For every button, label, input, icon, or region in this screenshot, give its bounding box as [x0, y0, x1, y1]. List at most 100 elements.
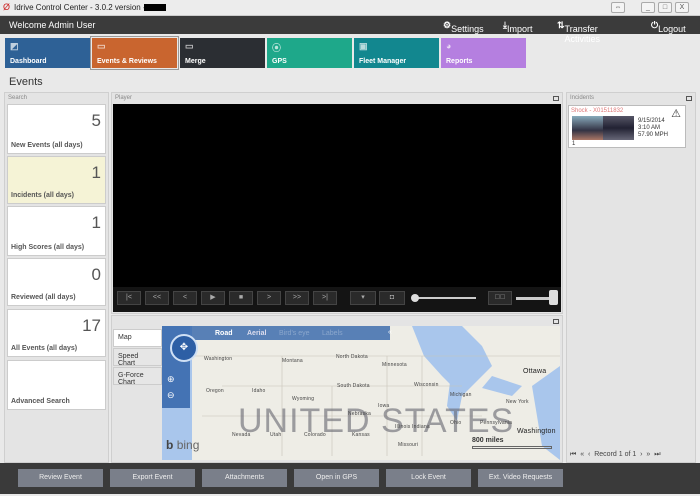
maximize-panel-icon[interactable] [686, 96, 692, 101]
tile-fleet-manager[interactable]: ▣ Fleet Manager [354, 38, 439, 68]
card-count: 17 [82, 316, 101, 335]
incident-index: 1 [572, 141, 576, 147]
volume-handle[interactable] [549, 290, 558, 305]
restore-icon[interactable]: ⇔ [611, 2, 625, 13]
map-mode-birds-eye[interactable]: Bird's eye [279, 330, 310, 337]
next-page-icon[interactable]: › [640, 451, 642, 458]
first-button[interactable]: |< [117, 291, 141, 305]
map-label: Indiana [412, 424, 430, 430]
zoom-in-icon[interactable]: ⊕ [167, 374, 175, 385]
map-view[interactable]: Road Aerial Bird's eye Labels « ✥ ⊕ ⊖ UN… [162, 326, 560, 460]
card-label: Reviewed (all days) [11, 294, 76, 301]
step-forward-button[interactable]: > [257, 291, 281, 305]
open-in-gps-button[interactable]: Open in GPS [294, 469, 379, 487]
map-mode-road[interactable]: Road [215, 330, 233, 337]
fast-forward-button[interactable]: >> [285, 291, 309, 305]
stop-button[interactable]: ■ [229, 291, 253, 305]
ext-video-requests-button[interactable]: Ext. Video Requests [478, 469, 563, 487]
play-button[interactable]: ▶ [201, 291, 225, 305]
tab-map[interactable]: Map [113, 329, 162, 347]
video-area[interactable] [113, 104, 561, 312]
map-label: Pennsylvania [480, 420, 513, 426]
truck-icon: ▣ [359, 41, 368, 51]
maximize-button[interactable]: □ [658, 2, 672, 13]
search-card[interactable]: Advanced Search [7, 360, 106, 410]
first-page-icon[interactable]: ⏮ [570, 451, 576, 458]
seek-handle[interactable] [411, 294, 419, 302]
map-label: Kansas [352, 432, 370, 438]
prev-page-icon[interactable]: ‹ [588, 451, 590, 458]
map-label: Iowa [378, 403, 390, 409]
map-label: Oregon [206, 388, 224, 394]
card-label: Incidents (all days) [11, 192, 75, 199]
review-event-button[interactable]: Review Event [18, 469, 103, 487]
map-label: Wisconsin [414, 382, 439, 388]
last-page-icon[interactable]: ⏭ [654, 451, 660, 458]
search-card[interactable]: 5 New Events (all days) [7, 104, 106, 154]
incident-name: Shock - X01511832 [571, 108, 624, 114]
map-label: Michigan [450, 392, 472, 398]
lock-event-button[interactable]: Lock Event [386, 469, 471, 487]
pan-control-icon[interactable]: ✥ [170, 334, 198, 362]
tile-label: Fleet Manager [359, 58, 407, 65]
pager: ⏮ « ‹ Record 1 of 1 › » ⏭ [570, 451, 694, 459]
search-card[interactable]: 1 High Scores (all days) [7, 206, 106, 256]
collapse-icon[interactable]: « [388, 329, 392, 336]
transfer-label: Transfer Activities [564, 24, 601, 44]
tile-merge[interactable]: ▭ Merge [180, 38, 265, 68]
map-mode-labels[interactable]: Labels [322, 330, 343, 337]
gear-icon: ⚙ [443, 20, 452, 30]
window-title: Idrive Control Center - 3.0.2 version - [14, 3, 146, 12]
incident-thumbnail-1 [572, 116, 603, 140]
close-button[interactable]: X [675, 2, 689, 13]
next-page-fast-icon[interactable]: » [646, 451, 650, 458]
tab-speed-chart[interactable]: Speed Chart [113, 348, 162, 367]
logout-button[interactable]: ⏻ Logout [651, 20, 686, 34]
export-event-button[interactable]: Export Event [110, 469, 195, 487]
rewind-button[interactable]: << [145, 291, 169, 305]
map-label: North Dakota [336, 354, 368, 360]
search-card[interactable]: 0 Reviewed (all days) [7, 258, 106, 306]
seek-slider[interactable] [413, 297, 476, 299]
pie-chart-icon: ◕ [446, 41, 452, 51]
zoom-out-icon[interactable]: ⊖ [167, 390, 175, 401]
map-label: Montana [282, 358, 303, 364]
snapshot-icon[interactable]: ◘ [379, 291, 405, 305]
incident-item[interactable]: Shock - X01511832 9/15/2014 3:10 AM 57.9… [568, 105, 686, 148]
tile-dashboard[interactable]: ◩ Dashboard [5, 38, 90, 68]
prev-page-fast-icon[interactable]: « [580, 451, 584, 458]
step-back-button[interactable]: < [173, 291, 197, 305]
tile-label: GPS [272, 58, 287, 65]
marker-button[interactable]: ▾ [350, 291, 376, 305]
tile-gps[interactable]: ⦿ GPS [267, 38, 352, 68]
maximize-panel-icon[interactable] [553, 319, 559, 324]
map-label: Idaho [252, 388, 266, 394]
attachments-button[interactable]: Attachments [202, 469, 287, 487]
tile-label: Events & Reviews [97, 58, 157, 65]
maximize-panel-icon[interactable] [553, 96, 559, 101]
map-mode-aerial[interactable]: Aerial [247, 330, 266, 337]
map-label: Colorado [304, 432, 326, 438]
tile-reports[interactable]: ◕ Reports [441, 38, 526, 68]
tab-g-force-chart[interactable]: G-Force Chart [113, 367, 162, 386]
map-label: Ottawa [523, 368, 547, 375]
redacted-version [144, 4, 166, 11]
bing-logo: b bing [166, 438, 200, 452]
incidents-panel-title: Incidents [570, 95, 595, 101]
app-logo-icon: Ø [3, 2, 11, 12]
card-label: High Scores (all days) [11, 244, 85, 251]
card-label: New Events (all days) [11, 142, 83, 149]
transfer-icon: ⇅ [557, 20, 565, 30]
settings-button[interactable]: ⚙ Settings [443, 20, 484, 34]
tile-label: Dashboard [10, 58, 47, 65]
power-icon: ⏻ [651, 20, 659, 30]
transfer-activities-button[interactable]: ⇅ Transfer Activities [557, 20, 600, 44]
tile-events-reviews[interactable]: ▭ Events & Reviews [90, 36, 179, 70]
search-card[interactable]: 17 All Events (all days) [7, 309, 106, 357]
search-card[interactable]: 1 Incidents (all days) [7, 156, 106, 204]
last-button[interactable]: >| [313, 291, 337, 305]
import-button[interactable]: ⤓ Import [503, 20, 533, 34]
volume-icon[interactable]: ◀ﾞ [488, 291, 512, 305]
minimize-button[interactable]: _ [641, 2, 655, 13]
title-bar: Ø Idrive Control Center - 3.0.2 version … [0, 0, 700, 16]
